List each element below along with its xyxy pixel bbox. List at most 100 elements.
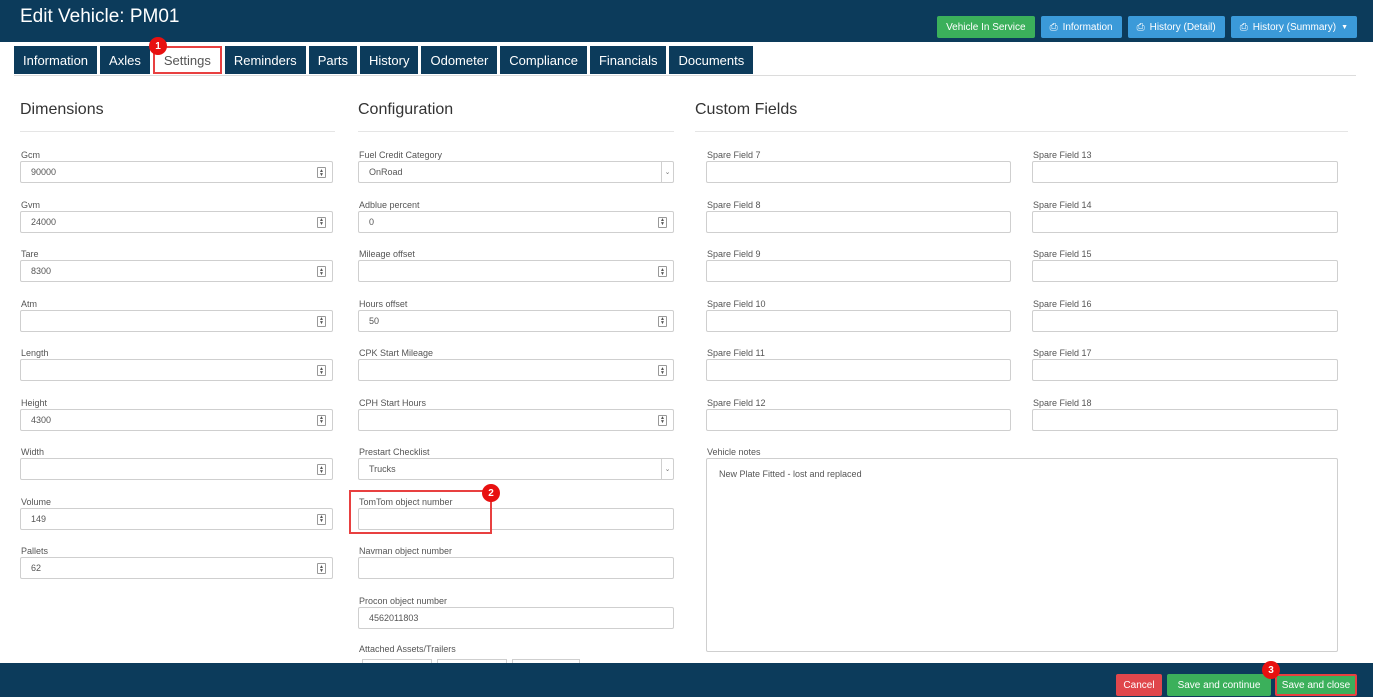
spinner-arrows-icon[interactable]: ▲ ▼ bbox=[317, 266, 326, 277]
tare-value: 8300 bbox=[31, 266, 52, 276]
pallets-label: Pallets bbox=[21, 546, 49, 556]
spare-field-10-input[interactable] bbox=[706, 309, 1011, 332]
spare-field-9-label: Spare Field 9 bbox=[707, 249, 761, 259]
spare-field-7-label: Spare Field 7 bbox=[707, 150, 761, 160]
tab-documents[interactable]: Documents bbox=[669, 46, 754, 74]
tab-parts[interactable]: Parts bbox=[308, 46, 358, 74]
spare-field-11-label: Spare Field 11 bbox=[707, 348, 765, 358]
spinner-arrows-icon[interactable]: ▲ ▼ bbox=[317, 167, 326, 178]
adblue-percent-label: Adblue percent bbox=[359, 199, 420, 210]
spare-field-9-input[interactable] bbox=[706, 260, 1011, 282]
height-input[interactable]: 4300 ▲ ▼ bbox=[20, 408, 333, 431]
spinner-arrows-icon[interactable]: ▲ ▼ bbox=[658, 315, 667, 327]
cph-start-hours-input[interactable]: ▲ ▼ bbox=[358, 408, 674, 431]
custom-fields-divider bbox=[695, 131, 1348, 132]
width-label: Width bbox=[21, 447, 45, 457]
history-detail-label: History (Detail) bbox=[1149, 21, 1216, 33]
gcm-value: 90000 bbox=[31, 167, 57, 177]
length-input[interactable]: ▲ ▼ bbox=[20, 359, 333, 381]
tab-reminders[interactable]: Reminders bbox=[224, 46, 306, 74]
information-label: Information bbox=[1062, 21, 1113, 33]
history-summary-button[interactable]: ⎙ History (Summary) ▼ bbox=[1230, 16, 1357, 38]
gvm-value: 24000 bbox=[31, 216, 57, 227]
hours-offset-input[interactable]: 50 ▲ ▼ bbox=[358, 309, 674, 332]
volume-label: Volume bbox=[21, 496, 52, 507]
spare-field-13-input[interactable] bbox=[1032, 161, 1338, 183]
spare-field-13-label: Spare Field 13 bbox=[1033, 150, 1092, 160]
spare-field-15-input[interactable] bbox=[1032, 260, 1338, 282]
spinner-arrows-icon[interactable]: ▲ ▼ bbox=[317, 563, 326, 574]
information-print-button[interactable]: ⎙ Information bbox=[1040, 16, 1122, 38]
gvm-input[interactable]: 24000 ▲ ▼ bbox=[20, 210, 333, 233]
configuration-title: Configuration bbox=[358, 101, 454, 118]
spinner-arrows-icon[interactable]: ▲ ▼ bbox=[317, 464, 326, 475]
spare-field-16-input[interactable] bbox=[1032, 309, 1338, 332]
spare-field-8-input[interactable] bbox=[706, 210, 1011, 233]
cpk-start-mileage-label: CPK Start Mileage bbox=[359, 348, 434, 358]
vehicle-notes-label: Vehicle notes bbox=[707, 447, 761, 457]
tab-compliance[interactable]: Compliance bbox=[500, 46, 587, 74]
vehicle-in-service-button[interactable]: Vehicle In Service bbox=[937, 16, 1035, 38]
spare-field-14-label: Spare Field 14 bbox=[1033, 199, 1092, 210]
navman-object-number-input[interactable] bbox=[358, 557, 674, 579]
save-and-continue-button[interactable]: Save and continue bbox=[1167, 674, 1271, 696]
fuel-credit-category-input[interactable]: OnRoad ⌄ bbox=[358, 161, 674, 183]
spinner-arrows-icon[interactable]: ▲ ▼ bbox=[317, 414, 326, 426]
hours-offset-value: 50 bbox=[369, 315, 380, 326]
vehicle-notes-textarea[interactable]: New Plate Fitted - lost and replaced bbox=[706, 458, 1338, 652]
spinner-arrows-icon[interactable]: ▲ ▼ bbox=[317, 315, 326, 327]
cph-start-hours-label: CPH Start Hours bbox=[359, 397, 427, 408]
spare-field-14-input[interactable] bbox=[1032, 210, 1338, 233]
procon-object-number-value: 4562011803 bbox=[369, 612, 419, 623]
tab-information[interactable]: Information bbox=[14, 46, 98, 74]
tab-history[interactable]: History bbox=[360, 46, 419, 74]
tare-input[interactable]: 8300 ▲ ▼ bbox=[20, 260, 333, 282]
save-and-close-button[interactable]: Save and close bbox=[1275, 674, 1357, 696]
prestart-checklist-input[interactable]: Trucks ⌄ bbox=[358, 458, 674, 480]
page-title: Edit Vehicle: PM01 bbox=[20, 6, 180, 27]
tabs-divider bbox=[14, 75, 1356, 76]
spare-field-18-input[interactable] bbox=[1032, 408, 1338, 431]
attached-assets-label: Attached Assets/Trailers bbox=[359, 644, 456, 654]
procon-object-number-input[interactable]: 4562011803 bbox=[358, 606, 674, 629]
spinner-arrows-icon[interactable]: ▲ ▼ bbox=[658, 216, 667, 228]
tare-label: Tare bbox=[21, 249, 39, 259]
navman-object-number-label: Navman object number bbox=[359, 546, 453, 556]
volume-input[interactable]: 149 ▲ ▼ bbox=[20, 507, 333, 530]
tab-axles[interactable]: Axles bbox=[100, 46, 150, 74]
spinner-arrows-icon[interactable]: ▲ ▼ bbox=[317, 513, 326, 525]
spinner-arrows-icon[interactable]: ▲ ▼ bbox=[317, 216, 326, 228]
spinner-arrows-icon[interactable]: ▲ ▼ bbox=[658, 365, 667, 376]
width-input[interactable]: ▲ ▼ bbox=[20, 458, 333, 480]
spinner-arrows-icon[interactable]: ▲ ▼ bbox=[658, 266, 667, 277]
printer-icon: ⎙ bbox=[1049, 21, 1058, 33]
gcm-input[interactable]: 90000 ▲ ▼ bbox=[20, 161, 333, 183]
spare-field-11-input[interactable] bbox=[706, 359, 1011, 381]
custom-fields-title: Custom Fields bbox=[695, 101, 798, 118]
atm-input[interactable]: ▲ ▼ bbox=[20, 309, 333, 332]
spinner-arrows-icon[interactable]: ▲ ▼ bbox=[658, 414, 667, 426]
length-label: Length bbox=[21, 348, 49, 358]
mileage-offset-input[interactable]: ▲ ▼ bbox=[358, 260, 674, 282]
pallets-input[interactable]: 62 ▲ ▼ bbox=[20, 557, 333, 579]
cpk-start-mileage-input[interactable]: ▲ ▼ bbox=[358, 359, 674, 381]
select-arrow-icon[interactable]: ⌄ bbox=[661, 459, 673, 479]
select-arrow-icon[interactable]: ⌄ bbox=[661, 162, 673, 182]
step-badge-2: 2 bbox=[482, 484, 500, 502]
volume-value: 149 bbox=[31, 513, 47, 524]
spinner-arrows-icon[interactable]: ▲ ▼ bbox=[317, 365, 326, 376]
spare-field-17-input[interactable] bbox=[1032, 359, 1338, 381]
adblue-percent-input[interactable]: 0 ▲ ▼ bbox=[358, 210, 674, 233]
spare-field-15-label: Spare Field 15 bbox=[1033, 249, 1092, 259]
spare-field-7-input[interactable] bbox=[706, 161, 1011, 183]
spare-field-16-label: Spare Field 16 bbox=[1033, 298, 1092, 309]
mileage-offset-label: Mileage offset bbox=[359, 249, 415, 259]
cancel-button[interactable]: Cancel bbox=[1116, 674, 1162, 696]
tomtom-highlight bbox=[349, 490, 492, 534]
spare-field-12-input[interactable] bbox=[706, 408, 1011, 431]
spare-field-8-label: Spare Field 8 bbox=[707, 199, 761, 210]
tab-odometer[interactable]: Odometer bbox=[421, 46, 498, 74]
fuel-credit-category-value: OnRoad bbox=[369, 167, 403, 177]
history-detail-button[interactable]: ⎙ History (Detail) bbox=[1127, 16, 1225, 38]
tab-financials[interactable]: Financials bbox=[589, 46, 667, 74]
